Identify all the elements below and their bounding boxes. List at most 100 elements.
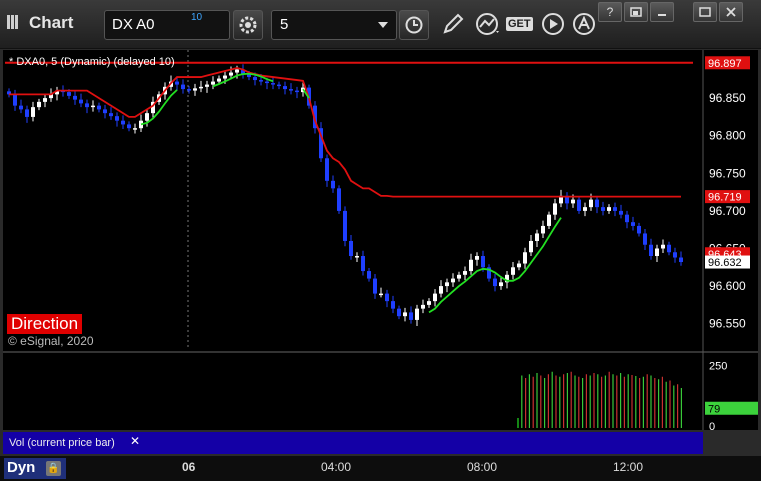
y-tick-label: 96.700	[709, 204, 746, 218]
x-tick-label: 12:00	[613, 460, 644, 474]
restore-icon[interactable]	[624, 2, 648, 22]
candle-body	[631, 222, 635, 226]
candle-body	[37, 101, 41, 108]
play-icon[interactable]	[540, 10, 566, 38]
help-icon[interactable]: ?	[598, 2, 622, 22]
y-tick-label: 96.550	[709, 317, 746, 331]
price-tag-label: 96.719	[708, 192, 742, 204]
direction-label: Direction	[7, 314, 83, 334]
candle-body	[85, 103, 89, 108]
candle-body	[601, 207, 605, 211]
app-title: Chart	[29, 13, 74, 32]
candle-body	[97, 105, 101, 110]
close-volume-icon[interactable]: ✕	[130, 434, 140, 448]
indicator-icon[interactable]	[474, 10, 502, 38]
alert-icon[interactable]	[571, 10, 597, 38]
interval-select[interactable]: 5	[271, 10, 397, 40]
candle-body	[673, 252, 677, 258]
candle-body	[283, 86, 287, 90]
volume-last-label: 79	[708, 403, 720, 415]
candle-body	[625, 214, 629, 223]
bottom-bar	[0, 456, 761, 481]
x-tick-label: 04:00	[321, 460, 352, 474]
candle-body	[493, 278, 497, 287]
y-tick-label: 96.800	[709, 129, 746, 143]
price-tag-label: 96.897	[708, 58, 742, 70]
candle-body	[595, 199, 599, 208]
candle-body	[31, 107, 35, 117]
candle-body	[205, 84, 209, 87]
candle-body	[175, 81, 179, 85]
y-tick-label: 96.850	[709, 91, 746, 105]
candle-body	[439, 286, 443, 294]
candle-body	[109, 113, 113, 117]
pencil-icon[interactable]	[440, 10, 466, 38]
candle-body	[421, 304, 425, 309]
candle-body	[19, 105, 23, 110]
candle-body	[667, 244, 671, 253]
x-tick-label: 08:00	[467, 460, 498, 474]
candle-body	[529, 240, 533, 253]
close-icon[interactable]	[719, 2, 743, 22]
candle-body	[217, 78, 221, 82]
candle-body	[289, 89, 293, 91]
candle-body	[25, 109, 29, 117]
x-tick-label: 06	[182, 460, 196, 474]
candle-body	[535, 233, 539, 241]
candle-body	[193, 88, 197, 91]
candle-body	[355, 256, 359, 258]
candle-body	[79, 99, 83, 104]
price-chart[interactable]: 96.55096.60096.65096.70096.75096.80096.8…	[3, 50, 758, 433]
candle-body	[649, 244, 653, 257]
minimize-icon[interactable]	[650, 2, 674, 22]
candle-body	[589, 199, 593, 208]
red-trend-line	[9, 67, 681, 198]
dynamic-mode-button[interactable]: Dyn 🔒	[4, 458, 66, 479]
candle-body	[679, 257, 683, 263]
symbol-value: DX A0	[112, 16, 155, 33]
candle-body	[259, 80, 263, 82]
candle-body	[199, 86, 203, 89]
toolbar: Chart DX A0 10 5 GET ?	[0, 0, 761, 49]
candle-body	[553, 203, 557, 215]
symbol-input[interactable]: DX A0 10	[104, 10, 230, 40]
candle-body	[643, 233, 647, 245]
get-icon[interactable]: GET	[506, 10, 533, 38]
candle-body	[541, 225, 545, 234]
candle-body	[121, 120, 125, 125]
candle-body	[271, 83, 275, 85]
maximize-icon[interactable]	[693, 2, 717, 22]
candle-body	[637, 225, 641, 234]
chart-legend: * DXA0, 5 (Dynamic) (delayed 10)	[9, 56, 175, 68]
candle-body	[277, 84, 281, 87]
candle-body	[349, 240, 353, 257]
candle-body	[43, 98, 47, 102]
candle-body	[409, 312, 413, 320]
candle-body	[619, 210, 623, 215]
candle-body	[469, 259, 473, 272]
candle-body	[451, 278, 455, 283]
candle-body	[13, 94, 17, 106]
candle-body	[253, 77, 257, 81]
lock-icon[interactable]: 🔒	[46, 461, 61, 476]
candle-body	[343, 210, 347, 241]
candle-body	[91, 105, 95, 108]
chart-area[interactable]: 96.55096.60096.65096.70096.75096.80096.8…	[3, 50, 758, 433]
candle-body	[295, 90, 299, 93]
settings-gear-icon[interactable]	[233, 10, 263, 40]
candle-body	[325, 158, 329, 181]
candle-body	[583, 207, 587, 211]
copyright-text: © eSignal, 2020	[8, 334, 94, 348]
chevron-down-icon	[378, 22, 388, 28]
candle-body	[475, 256, 479, 260]
candle-body	[367, 271, 371, 279]
candle-body	[427, 301, 431, 305]
clock-icon[interactable]	[399, 10, 429, 40]
price-tag-label: 96.632	[708, 257, 742, 269]
candle-body	[523, 252, 527, 264]
candle-body	[211, 81, 215, 85]
candle-body	[517, 263, 521, 268]
candle-body	[397, 308, 401, 317]
candle-body	[115, 116, 119, 121]
y-tick-label: 96.750	[709, 166, 746, 180]
